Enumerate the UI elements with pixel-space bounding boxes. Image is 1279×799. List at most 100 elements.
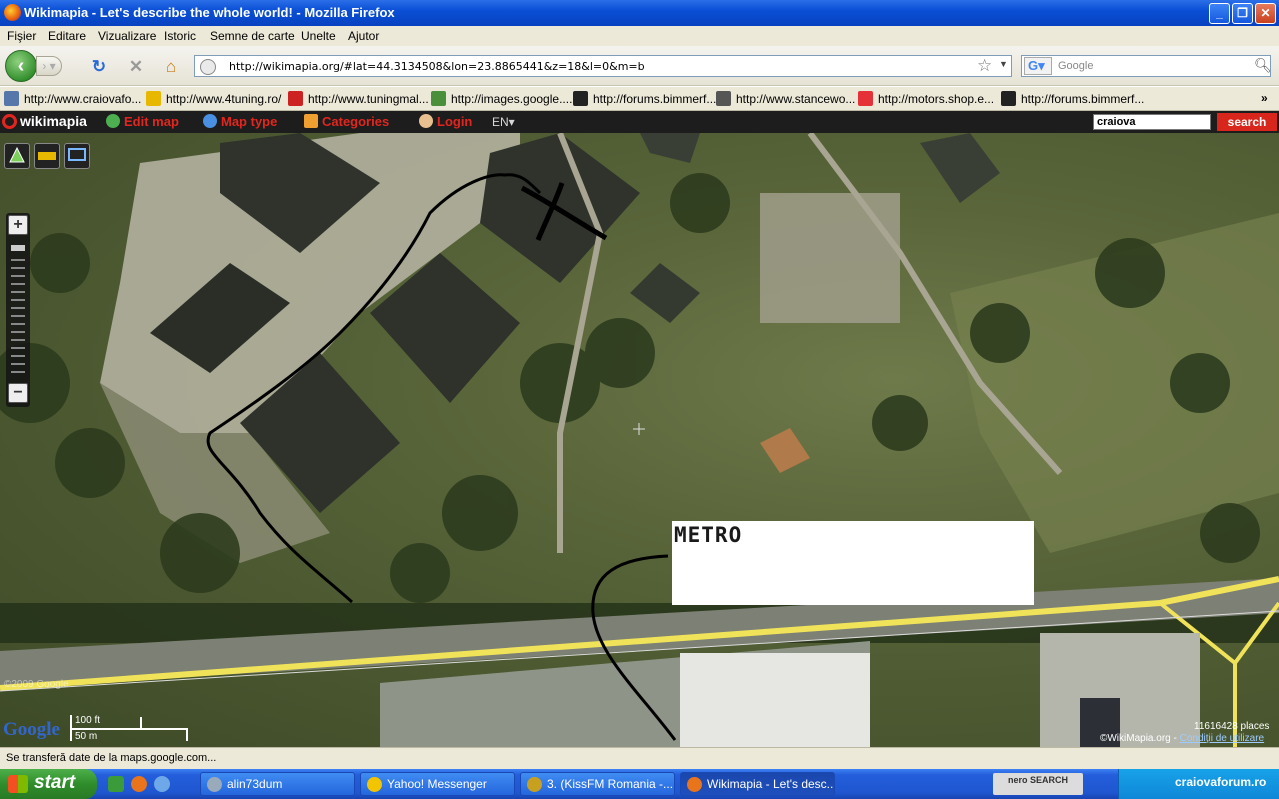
site-identity-icon[interactable]: [200, 59, 216, 75]
zoom-slider[interactable]: + −: [6, 213, 30, 407]
start-button[interactable]: start: [0, 769, 97, 799]
zoom-tick: [11, 347, 25, 349]
menu-edit[interactable]: Editare: [48, 29, 86, 43]
satellite-imagery: [0, 133, 1279, 747]
status-bar: Se transferă date de la maps.google.com.…: [0, 747, 1279, 769]
categories-button[interactable]: Categories: [304, 114, 389, 129]
wikimapia-logo[interactable]: wikimapia: [2, 113, 87, 129]
ruler-tool-icon[interactable]: [34, 143, 60, 169]
bookmark-item[interactable]: http://motors.shop.e...: [858, 91, 994, 106]
taskbar-item-label: 3. (KissFM Romania -...: [547, 777, 674, 791]
reload-icon[interactable]: ↻: [88, 56, 110, 78]
monitor-icon: [68, 148, 86, 161]
search-input[interactable]: Google: [1058, 60, 1093, 72]
menu-help[interactable]: Ajutor: [348, 29, 379, 43]
ruler-icon: [38, 152, 56, 160]
language-select[interactable]: EN▾: [492, 115, 515, 129]
nero-search-box[interactable]: nero SEARCH: [993, 773, 1083, 795]
menu-tools[interactable]: Unelte: [301, 29, 336, 43]
search-engine-letter: G: [1028, 58, 1039, 73]
taskbar-item[interactable]: alin73dum: [200, 772, 355, 796]
taskbar-item-label: alin73dum: [227, 777, 283, 791]
map-search-input[interactable]: craiova: [1093, 114, 1211, 130]
scale-tick: [140, 717, 142, 728]
bookmark-item[interactable]: http://www.craiovafo...: [4, 91, 141, 106]
map-type-button[interactable]: Map type: [203, 114, 277, 129]
metro-annotation-box: METRO: [672, 521, 1034, 605]
firefox-icon: [4, 4, 21, 21]
home-icon[interactable]: ⌂: [160, 56, 182, 78]
bookmark-item[interactable]: http://www.stancewo...: [716, 91, 855, 106]
search-icon[interactable]: 🔍︎: [1254, 57, 1272, 74]
scale-feet-label: 100 ft: [75, 715, 101, 726]
maximize-button[interactable]: ❐: [1232, 3, 1253, 24]
taskbar-item[interactable]: 3. (KissFM Romania -...: [520, 772, 675, 796]
copyright-text: ©WikiMapia.org -: [1100, 733, 1177, 744]
bookmark-item[interactable]: http://www.tuningmal...: [288, 91, 429, 106]
bookmarks-toolbar: http://www.craiovafo... http://www.4tuni…: [0, 87, 1279, 111]
map-search-button[interactable]: search: [1217, 113, 1277, 131]
zoom-tick: [11, 291, 25, 293]
sw-icon: [716, 91, 731, 106]
zoom-in-button[interactable]: +: [8, 215, 28, 235]
bookmark-star-icon[interactable]: ☆: [977, 56, 992, 76]
back-button[interactable]: ‹: [5, 50, 37, 82]
car-icon: [146, 91, 161, 106]
menu-history[interactable]: Istoric: [164, 29, 196, 43]
window-title-bar[interactable]: Wikimapia - Let's describe the whole wor…: [0, 0, 1279, 26]
zoom-tick: [11, 267, 25, 269]
address-bar[interactable]: http://wikimapia.org/#lat=44.3134508&lon…: [194, 55, 1012, 77]
bookmarks-overflow-button[interactable]: »: [1261, 91, 1268, 105]
zoom-tick: [11, 331, 25, 333]
taskbar-item-active[interactable]: Wikimapia - Let's desc...: [680, 772, 835, 796]
map-canvas[interactable]: + − METRO ©2009 Google Google 100 ft 50 …: [0, 133, 1279, 747]
bookmark-label: http://forums.bimmerf...: [593, 92, 717, 106]
edit-map-label: Edit map: [124, 114, 179, 129]
zoom-out-button[interactable]: −: [8, 383, 28, 403]
menu-bookmarks[interactable]: Semne de carte: [210, 29, 295, 43]
zoom-tick: [11, 323, 25, 325]
metro-label: METRO: [674, 523, 743, 547]
ie-quicklaunch-icon[interactable]: [154, 776, 170, 792]
menu-view[interactable]: Vizualizare: [98, 29, 156, 43]
close-button[interactable]: ✕: [1255, 3, 1276, 24]
status-text: Se transferă date de la maps.google.com.…: [6, 752, 217, 764]
firefox-quicklaunch-icon[interactable]: [131, 776, 147, 792]
menu-file[interactable]: Fişier: [7, 29, 36, 43]
windows-logo-icon: [8, 775, 28, 793]
forward-button[interactable]: › ▾: [36, 56, 62, 76]
add-place-tool-icon[interactable]: [4, 143, 30, 169]
quicklaunch-icon[interactable]: [108, 776, 124, 792]
bookmark-item[interactable]: http://images.google....: [431, 91, 572, 106]
t-logo-icon: [288, 91, 303, 106]
categories-label: Categories: [322, 114, 390, 129]
screen-tool-icon[interactable]: [64, 143, 90, 169]
bookmark-item[interactable]: http://www.4tuning.ro/: [146, 91, 281, 106]
search-engine-icon[interactable]: G▾: [1024, 57, 1052, 75]
zoom-tick: [11, 371, 25, 373]
taskbar-item[interactable]: Yahoo! Messenger: [360, 772, 515, 796]
login-button[interactable]: Login: [419, 114, 472, 129]
bookmark-item[interactable]: http://forums.bimmerf...: [1001, 91, 1144, 106]
bmw-icon: [573, 91, 588, 106]
google-logo[interactable]: Google: [3, 719, 60, 741]
zoom-tick: [11, 275, 25, 277]
zoom-tick: [11, 283, 25, 285]
yahoo-messenger-icon: [367, 777, 382, 792]
wikimapia-logo-text: wikimapia: [20, 113, 87, 129]
zoom-tick: [11, 315, 25, 317]
url-text[interactable]: http://wikimapia.org/#lat=44.3134508&lon…: [229, 60, 645, 73]
stop-icon[interactable]: ✕: [125, 56, 147, 78]
url-dropdown-icon[interactable]: ▼: [999, 59, 1008, 69]
zoom-tick: [11, 355, 25, 357]
zoom-handle[interactable]: [11, 245, 25, 251]
edit-map-button[interactable]: Edit map: [106, 114, 179, 129]
menu-bar: Fişier Editare Vizualizare Istoric Semne…: [0, 26, 1279, 46]
terms-link[interactable]: Condiţii de utilizare: [1180, 733, 1265, 744]
search-bar[interactable]: G▾ Google 🔍︎: [1021, 55, 1272, 77]
categories-icon: [304, 114, 318, 128]
places-count: 11616428 places: [1194, 721, 1270, 732]
polygon-icon: [9, 146, 25, 163]
bookmark-item[interactable]: http://forums.bimmerf...: [573, 91, 716, 106]
minimize-button[interactable]: _: [1209, 3, 1230, 24]
